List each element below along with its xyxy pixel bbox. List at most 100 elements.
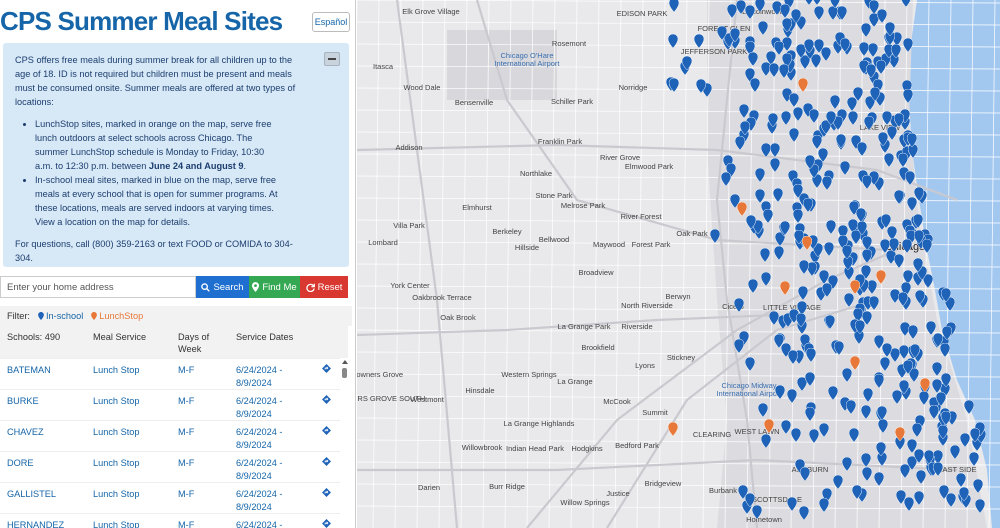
inschool-marker-icon[interactable]: [751, 504, 763, 522]
inschool-marker-icon[interactable]: [720, 171, 732, 189]
inschool-marker-icon[interactable]: [745, 214, 757, 232]
inschool-marker-icon[interactable]: [754, 188, 766, 206]
inschool-marker-icon[interactable]: [851, 484, 863, 502]
inschool-marker-icon[interactable]: [877, 418, 889, 436]
inschool-marker-icon[interactable]: [780, 110, 792, 128]
inschool-marker-icon[interactable]: [972, 478, 984, 496]
inschool-marker-icon[interactable]: [861, 174, 873, 192]
inschool-marker-icon[interactable]: [779, 3, 791, 21]
inschool-marker-icon[interactable]: [865, 63, 877, 81]
inschool-marker-icon[interactable]: [862, 387, 874, 405]
inschool-marker-icon[interactable]: [813, 5, 825, 23]
filter-inschool[interactable]: In-school: [38, 311, 83, 321]
inschool-marker-icon[interactable]: [729, 27, 741, 45]
inschool-marker-icon[interactable]: [808, 108, 820, 126]
inschool-marker-icon[interactable]: [913, 229, 925, 247]
inschool-marker-icon[interactable]: [907, 324, 919, 342]
inschool-marker-icon[interactable]: [768, 310, 780, 328]
inschool-marker-icon[interactable]: [974, 498, 986, 516]
directions-icon[interactable]: [322, 519, 331, 528]
inschool-marker-icon[interactable]: [893, 189, 905, 207]
inschool-marker-icon[interactable]: [856, 141, 868, 159]
table-scrollbar[interactable]: [342, 360, 348, 528]
inschool-marker-icon[interactable]: [739, 120, 751, 138]
lunchstop-marker-icon[interactable]: [797, 77, 809, 95]
lunchstop-marker-icon[interactable]: [667, 421, 679, 439]
inschool-marker-icon[interactable]: [767, 112, 779, 130]
inschool-marker-icon[interactable]: [802, 197, 814, 215]
inschool-marker-icon[interactable]: [760, 433, 772, 451]
inschool-marker-icon[interactable]: [787, 349, 799, 367]
inschool-marker-icon[interactable]: [880, 213, 892, 231]
inschool-marker-icon[interactable]: [939, 342, 951, 360]
lunchstop-marker-icon[interactable]: [763, 418, 775, 436]
inschool-marker-icon[interactable]: [835, 133, 847, 151]
inschool-marker-icon[interactable]: [797, 285, 809, 303]
language-toggle-button[interactable]: Español: [312, 12, 350, 32]
inschool-marker-icon[interactable]: [780, 419, 792, 437]
directions-icon[interactable]: [322, 395, 331, 408]
inschool-marker-icon[interactable]: [768, 62, 780, 80]
lunchstop-marker-icon[interactable]: [801, 235, 813, 253]
reset-button[interactable]: Reset: [300, 276, 348, 298]
address-input[interactable]: [0, 276, 196, 298]
inschool-marker-icon[interactable]: [716, 25, 728, 43]
inschool-marker-icon[interactable]: [821, 282, 833, 300]
inschool-marker-icon[interactable]: [891, 389, 903, 407]
inschool-marker-icon[interactable]: [912, 257, 924, 275]
inschool-marker-icon[interactable]: [790, 8, 802, 26]
find-me-button[interactable]: Find Me: [249, 276, 300, 298]
school-name-link[interactable]: DORE: [7, 457, 34, 470]
inschool-marker-icon[interactable]: [818, 422, 830, 440]
inschool-marker-icon[interactable]: [861, 466, 873, 484]
inschool-marker-icon[interactable]: [881, 342, 893, 360]
inschool-marker-icon[interactable]: [968, 451, 980, 469]
inschool-marker-icon[interactable]: [958, 486, 970, 504]
lunchstop-marker-icon[interactable]: [736, 201, 748, 219]
inschool-marker-icon[interactable]: [754, 0, 766, 15]
inschool-marker-icon[interactable]: [681, 55, 693, 73]
inschool-marker-icon[interactable]: [959, 432, 971, 450]
inschool-marker-icon[interactable]: [912, 213, 924, 231]
inschool-marker-icon[interactable]: [913, 448, 925, 466]
inschool-marker-icon[interactable]: [805, 347, 817, 365]
inschool-marker-icon[interactable]: [901, 0, 911, 10]
inschool-marker-icon[interactable]: [906, 196, 918, 214]
table-row[interactable]: HERNANDEZ Lunch Stop M-F 6/24/2024 - 8/9/20…: [0, 513, 340, 528]
inschool-marker-icon[interactable]: [890, 43, 902, 61]
inschool-marker-icon[interactable]: [825, 110, 837, 128]
inschool-marker-icon[interactable]: [825, 219, 837, 237]
inschool-marker-icon[interactable]: [883, 152, 895, 170]
inschool-marker-icon[interactable]: [695, 78, 707, 96]
inschool-marker-icon[interactable]: [855, 207, 867, 225]
inschool-marker-icon[interactable]: [788, 92, 800, 110]
inschool-marker-icon[interactable]: [893, 112, 905, 130]
inschool-marker-icon[interactable]: [744, 356, 756, 374]
inschool-marker-icon[interactable]: [841, 244, 853, 262]
inschool-marker-icon[interactable]: [833, 340, 845, 358]
inschool-marker-icon[interactable]: [845, 399, 857, 417]
inschool-marker-icon[interactable]: [799, 466, 811, 484]
inschool-marker-icon[interactable]: [940, 410, 952, 428]
inschool-marker-icon[interactable]: [754, 167, 766, 185]
inschool-marker-icon[interactable]: [769, 157, 781, 175]
directions-icon[interactable]: [322, 426, 331, 439]
inschool-marker-icon[interactable]: [832, 474, 844, 492]
lunchstop-marker-icon[interactable]: [849, 279, 861, 297]
inschool-marker-icon[interactable]: [733, 338, 745, 356]
inschool-marker-icon[interactable]: [884, 21, 896, 39]
inschool-marker-icon[interactable]: [790, 427, 802, 445]
inschool-marker-icon[interactable]: [804, 371, 816, 389]
inschool-marker-icon[interactable]: [760, 271, 772, 289]
lunchstop-marker-icon[interactable]: [849, 355, 861, 373]
table-row[interactable]: GALLISTEL Lunch Stop M-F 6/24/2024 - 8/9/20…: [0, 482, 340, 513]
inschool-marker-icon[interactable]: [935, 391, 947, 409]
inschool-marker-icon[interactable]: [860, 404, 872, 422]
lunchstop-marker-icon[interactable]: [894, 426, 906, 444]
inschool-marker-icon[interactable]: [863, 115, 875, 133]
inschool-marker-icon[interactable]: [668, 0, 680, 15]
inschool-marker-icon[interactable]: [795, 312, 807, 330]
inschool-marker-icon[interactable]: [827, 385, 839, 403]
search-button[interactable]: Search: [196, 276, 249, 298]
table-row[interactable]: BURKE Lunch Stop M-F 6/24/2024 - 8/9/2024: [0, 389, 340, 420]
